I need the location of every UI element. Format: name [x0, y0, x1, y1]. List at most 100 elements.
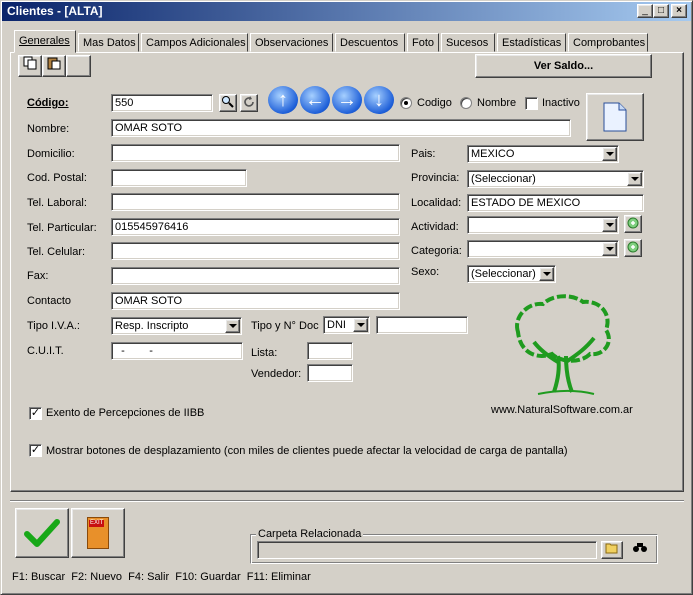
radio-codigo[interactable] [400, 97, 412, 109]
arrow-left-icon: ← [305, 89, 325, 111]
categoria-select[interactable] [467, 240, 619, 258]
nombre-label: Nombre: [27, 123, 70, 135]
localidad-input[interactable]: ESTADO DE MEXICO [467, 194, 644, 212]
exento-checkbox[interactable]: ✓ [29, 407, 42, 420]
nombre-input[interactable]: OMAR SOTO [111, 119, 571, 137]
website-text: www.NaturalSoftware.com.ar [491, 404, 633, 416]
bottom-divider [10, 500, 684, 502]
cuit-input[interactable]: - - [111, 342, 243, 360]
add-categoria-button[interactable] [624, 239, 642, 257]
shortcuts-bar: F1: Buscar F2: Nuevo F4: Salir F10: Guar… [12, 571, 311, 583]
chevron-down-icon[interactable] [627, 172, 642, 186]
domicilio-input[interactable] [111, 144, 400, 162]
carpeta-input[interactable] [257, 541, 597, 559]
codigo-input[interactable]: 550 [111, 94, 213, 112]
cod-postal-label: Cod. Postal: [27, 172, 87, 184]
radio-codigo-label: Codigo [417, 97, 452, 109]
mostrar-botones-label: Mostrar botones de desplazamiento (con m… [46, 445, 568, 457]
chevron-down-icon[interactable] [353, 318, 368, 332]
arrow-down-icon: ↓ [374, 89, 384, 111]
search-icon [222, 96, 234, 108]
tab-generales[interactable]: Generales [14, 30, 76, 53]
contacto-input[interactable]: OMAR SOTO [111, 292, 400, 310]
actividad-select[interactable] [467, 216, 619, 234]
folder-open-icon [605, 543, 618, 554]
sexo-select[interactable]: (Seleccionar) [467, 265, 556, 283]
localidad-label: Localidad: [411, 197, 462, 209]
chevron-down-icon[interactable] [602, 242, 617, 256]
domicilio-label: Domicilio: [27, 148, 75, 160]
lista-input[interactable] [307, 342, 353, 360]
tel-celular-label: Tel. Celular: [27, 246, 86, 258]
paste-icon [47, 57, 61, 70]
tipo-iva-label: Tipo I.V.A.: [27, 320, 80, 332]
tipo-iva-select[interactable]: Resp. Inscripto [111, 317, 242, 335]
close-button[interactable]: × [671, 4, 687, 18]
chevron-down-icon[interactable] [602, 147, 617, 161]
tel-laboral-label: Tel. Laboral: [27, 197, 87, 209]
chevron-down-icon[interactable] [539, 267, 554, 281]
categoria-label: Categoria: [411, 245, 462, 257]
find-folder-button[interactable] [628, 541, 652, 559]
doc-number-input[interactable] [376, 316, 468, 334]
tab-descuentos[interactable]: Descuentos [335, 33, 405, 52]
document-icon [603, 102, 627, 132]
maximize-button[interactable]: □ [653, 4, 669, 18]
chevron-down-icon[interactable] [225, 319, 240, 333]
lista-label: Lista: [251, 347, 278, 359]
minimize-button[interactable]: _ [637, 4, 653, 18]
tab-campos-adicionales[interactable]: Campos Adicionales [141, 33, 248, 52]
cod-postal-input[interactable] [111, 169, 247, 187]
save-button[interactable] [15, 508, 69, 558]
provincia-select[interactable]: (Seleccionar) [467, 170, 644, 188]
arrow-up-icon: ↑ [278, 89, 288, 111]
window-title: Clientes - [ALTA] [7, 4, 103, 18]
tel-particular-input[interactable]: 015545976416 [111, 218, 400, 236]
tab-observaciones[interactable]: Observaciones [250, 33, 333, 52]
tel-laboral-input[interactable] [111, 193, 400, 211]
vendedor-label: Vendedor: [251, 368, 302, 380]
tipo-doc-select[interactable]: DNI [323, 316, 370, 334]
exit-button[interactable]: EXIT [71, 508, 125, 558]
search-code-button[interactable] [219, 94, 237, 112]
next-record-button[interactable]: → [332, 86, 362, 114]
chevron-down-icon[interactable] [602, 218, 617, 232]
tel-celular-input[interactable] [111, 242, 400, 260]
refresh-icon [244, 96, 254, 107]
pais-select[interactable]: MEXICO [467, 145, 619, 163]
inactivo-checkbox[interactable] [525, 97, 538, 110]
tel-particular-label: Tel. Particular: [27, 222, 97, 234]
recycle-icon [627, 217, 639, 229]
title-bar: Clientes - [ALTA] [2, 2, 691, 21]
tab-foto[interactable]: Foto [407, 33, 439, 52]
last-record-button[interactable]: ↓ [364, 86, 394, 114]
fax-label: Fax: [27, 270, 49, 282]
checkmark-icon [24, 519, 60, 547]
cuit-label: C.U.I.T. [27, 345, 64, 357]
fax-input[interactable] [111, 267, 400, 285]
radio-nombre[interactable] [460, 97, 472, 109]
pais-label: Pais: [411, 148, 436, 160]
binoculars-icon [633, 543, 647, 552]
sexo-label: Sexo: [411, 266, 440, 278]
first-record-button[interactable]: ↑ [268, 86, 298, 114]
open-folder-button[interactable] [601, 541, 623, 559]
mostrar-botones-checkbox[interactable]: ✓ [29, 444, 42, 457]
paste-button[interactable] [42, 55, 66, 77]
previous-record-button[interactable]: ← [300, 86, 330, 114]
refresh-code-button[interactable] [240, 94, 258, 112]
toolbar-spacer-button[interactable] [66, 55, 91, 77]
inactivo-label: Inactivo [542, 97, 580, 109]
contacto-label: Contacto [27, 295, 72, 307]
tab-mas-datos[interactable]: Mas Datos [78, 33, 139, 52]
tab-sucesos[interactable]: Sucesos [441, 33, 495, 52]
add-actividad-button[interactable] [624, 215, 642, 233]
tab-comprobantes[interactable]: Comprobantes [568, 33, 648, 52]
new-document-button[interactable] [586, 93, 644, 141]
vendedor-input[interactable] [307, 364, 353, 382]
ver-saldo-button[interactable]: Ver Saldo... [475, 54, 652, 78]
tree-logo [515, 294, 611, 395]
arrow-right-icon: → [337, 89, 357, 111]
tab-estadisticas[interactable]: Estadísticas [497, 33, 566, 52]
copy-button[interactable] [18, 55, 42, 77]
